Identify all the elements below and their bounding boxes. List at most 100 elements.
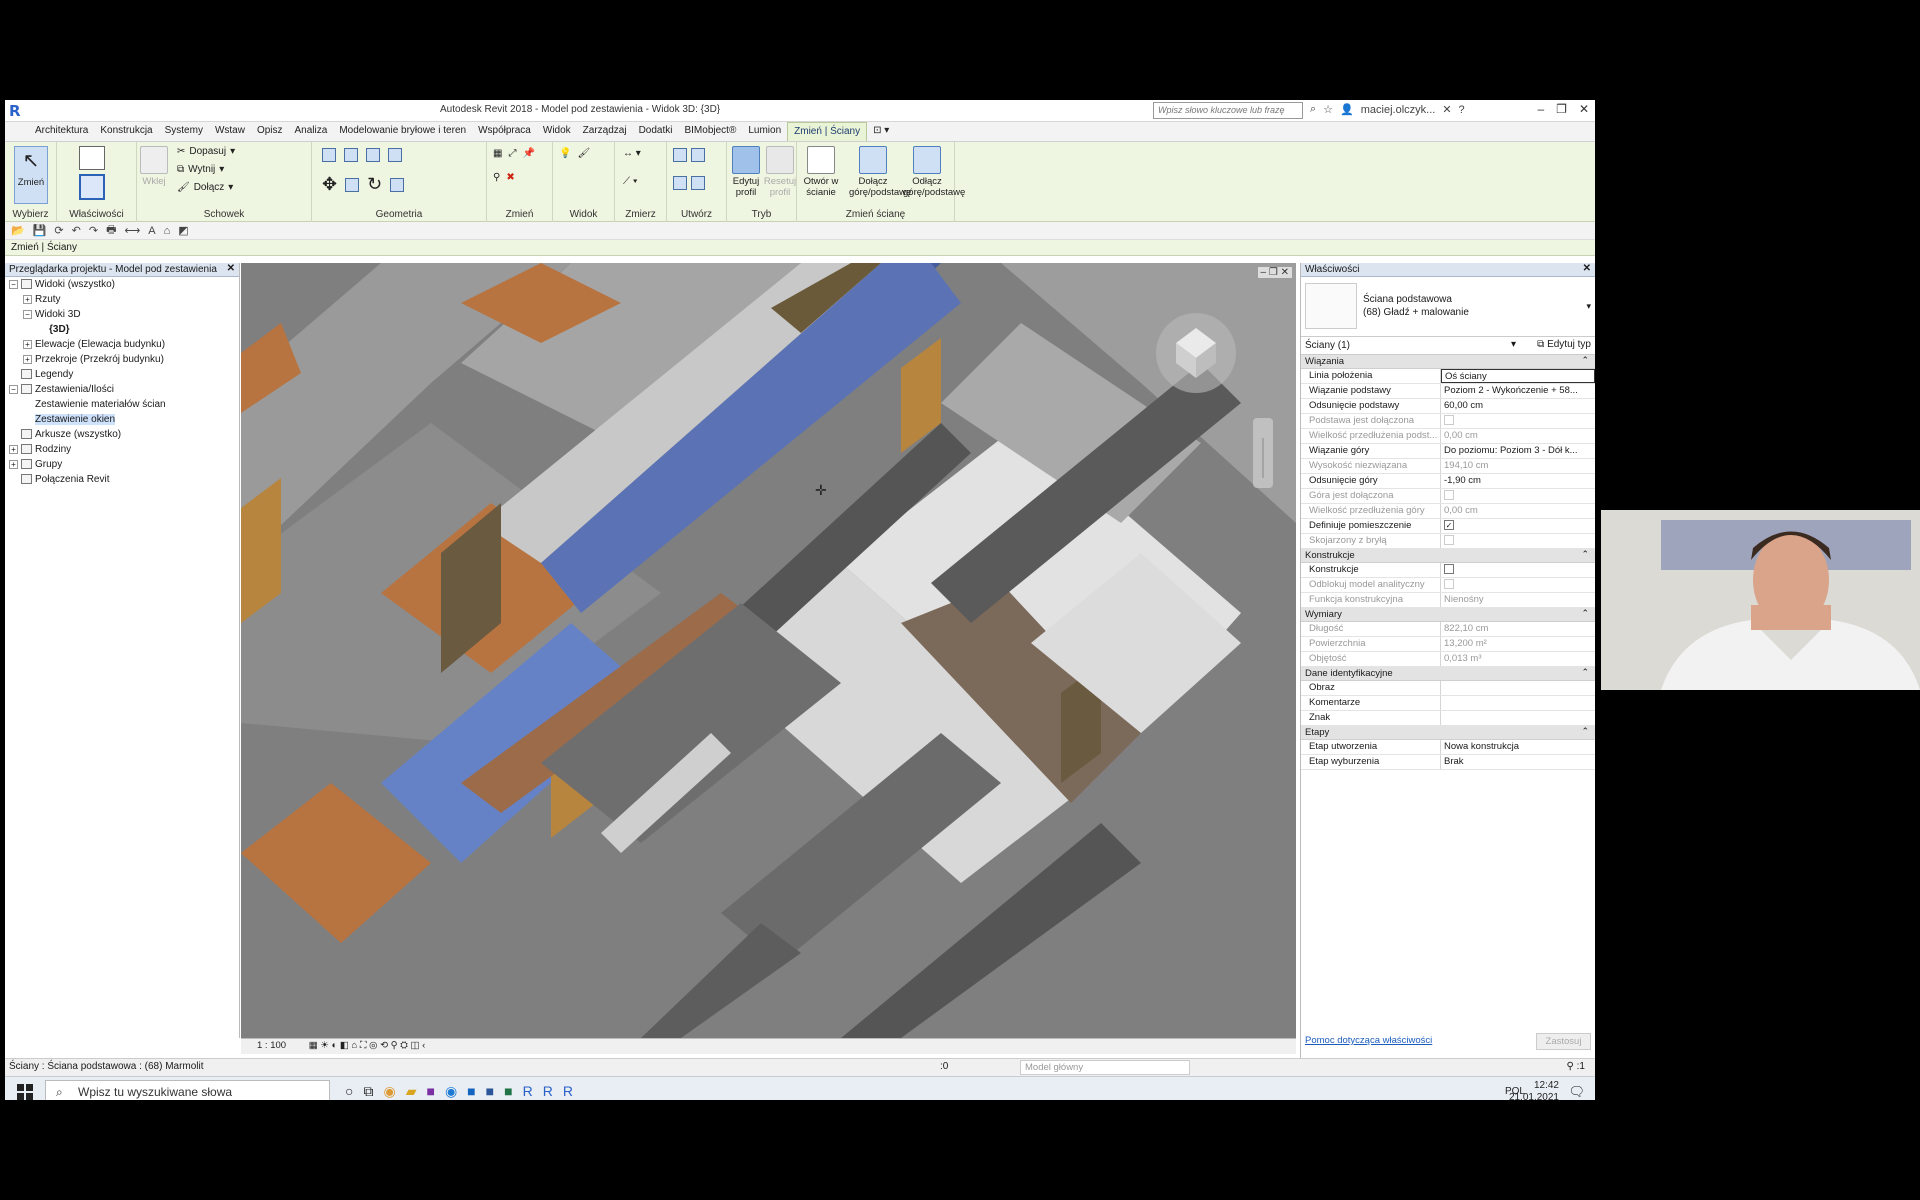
search-input[interactable]: Wpisz słowo kluczowe lub frazę bbox=[1153, 102, 1303, 119]
redo-icon[interactable]: ↷ bbox=[89, 224, 98, 237]
text-icon[interactable]: A bbox=[148, 225, 155, 237]
tab-opisz[interactable]: Opisz bbox=[251, 122, 289, 141]
collapse-icon[interactable]: ⌃ bbox=[1581, 608, 1589, 619]
instance-filter[interactable]: Ściany (1) ▾ ⧉ Edytuj typ bbox=[1301, 337, 1595, 355]
tab-konstrukcja[interactable]: Konstrukcja bbox=[94, 122, 158, 141]
chrome-icon[interactable]: ◉ bbox=[383, 1083, 395, 1100]
open-icon[interactable]: 📂 bbox=[11, 224, 25, 237]
property-value[interactable] bbox=[1441, 563, 1595, 577]
offset-icon[interactable] bbox=[344, 148, 358, 162]
reset-profile-button[interactable]: Resetuj profil bbox=[763, 146, 797, 204]
trim-icon[interactable] bbox=[390, 177, 405, 192]
property-value[interactable]: Poziom 2 - Wykończenie + 58... bbox=[1441, 384, 1595, 398]
cut-button[interactable]: ⧉ Wytnij ▾ bbox=[177, 164, 224, 175]
expand-toggle-icon[interactable]: + bbox=[23, 354, 32, 364]
3d-model-canvas[interactable]: ✛ bbox=[241, 263, 1296, 1038]
create-parts-icon[interactable] bbox=[673, 148, 687, 162]
browser-item[interactable]: + Grupy bbox=[5, 457, 239, 472]
dimension-icon[interactable]: ⟋ ▾ bbox=[623, 176, 638, 187]
tab-widok[interactable]: Widok bbox=[537, 122, 577, 141]
revit-app-icon[interactable]: R bbox=[523, 1083, 533, 1100]
3d-viewport[interactable]: ✛ – ❐ ✕ bbox=[241, 263, 1296, 1038]
property-row[interactable]: Wiązanie podstawy Poziom 2 - Wykończenie … bbox=[1301, 384, 1595, 399]
property-row[interactable]: Linia położenia Oś ściany bbox=[1301, 369, 1595, 384]
expand-toggle-icon[interactable]: + bbox=[9, 444, 18, 454]
view-3d-icon[interactable]: ⌂ bbox=[164, 225, 171, 237]
excel-icon[interactable]: ■ bbox=[504, 1083, 512, 1100]
notification-icon[interactable]: 🗨 bbox=[1568, 1084, 1585, 1100]
tab-dodatki[interactable]: Dodatki bbox=[633, 122, 679, 141]
browser-item[interactable]: − Widoki 3D bbox=[5, 307, 239, 322]
taskbar-clock[interactable]: 12:42 21.01.2021 bbox=[1509, 1080, 1559, 1100]
property-value[interactable]: -1,90 cm bbox=[1441, 474, 1595, 488]
attach-top-base-button[interactable]: Dołącz górę/podstawę bbox=[849, 146, 911, 204]
browser-item[interactable]: − Widoki (wszystko) bbox=[5, 277, 239, 292]
array-icon[interactable]: ▦ bbox=[493, 148, 502, 159]
edge-icon[interactable]: ◉ bbox=[445, 1083, 457, 1100]
property-row[interactable]: Odsunięcie góry -1,90 cm bbox=[1301, 474, 1595, 489]
property-value[interactable] bbox=[1441, 681, 1595, 695]
property-value[interactable] bbox=[1441, 711, 1595, 725]
tab-analiza[interactable]: Analiza bbox=[289, 122, 334, 141]
close-icon[interactable]: ✕ bbox=[1583, 263, 1591, 274]
outlook-icon[interactable]: ■ bbox=[467, 1083, 475, 1100]
browser-item[interactable]: + Rzuty bbox=[5, 292, 239, 307]
browser-item[interactable]: + Przekroje (Przekrój budynku) bbox=[5, 352, 239, 367]
property-value[interactable] bbox=[1441, 696, 1595, 710]
properties-icon[interactable] bbox=[79, 146, 105, 170]
property-section-header[interactable]: Etapy ⌃ bbox=[1301, 726, 1595, 740]
property-checkbox[interactable]: ✓ bbox=[1444, 520, 1454, 530]
property-value[interactable]: Nowa konstrukcja bbox=[1441, 740, 1595, 754]
revit-app-icon-3[interactable]: R bbox=[563, 1083, 573, 1100]
property-section-header[interactable]: Wiązania ⌃ bbox=[1301, 355, 1595, 369]
rotate-icon[interactable]: ↻ bbox=[367, 174, 382, 195]
type-properties-icon[interactable] bbox=[79, 174, 105, 200]
browser-item[interactable]: Arkusze (wszystko) bbox=[5, 427, 239, 442]
scale-icon[interactable]: ⤢ bbox=[508, 148, 516, 159]
restore-icon[interactable]: ❐ bbox=[1556, 102, 1567, 116]
property-row[interactable]: Obraz bbox=[1301, 681, 1595, 696]
property-row[interactable]: Definiuje pomieszczenie ✓ bbox=[1301, 519, 1595, 534]
close-icon[interactable]: ✕ bbox=[1579, 102, 1589, 116]
property-row[interactable]: Wiązanie góry Do poziomu: Poziom 3 - Dół … bbox=[1301, 444, 1595, 459]
property-row[interactable]: Etap wyburzenia Brak bbox=[1301, 755, 1595, 770]
property-row[interactable]: Konstrukcje bbox=[1301, 563, 1595, 578]
minimize-icon[interactable]: – bbox=[1537, 102, 1544, 116]
save-icon[interactable]: 💾 bbox=[33, 224, 47, 237]
collapse-icon[interactable]: ⌃ bbox=[1581, 667, 1589, 678]
viewport-window-controls[interactable]: – ❐ ✕ bbox=[1257, 267, 1292, 278]
chevron-down-icon[interactable]: ▾ bbox=[1511, 339, 1516, 350]
move-icon[interactable]: ✥ bbox=[322, 174, 337, 195]
property-row[interactable]: Znak bbox=[1301, 711, 1595, 726]
property-row[interactable]: Etap utworzenia Nowa konstrukcja bbox=[1301, 740, 1595, 755]
collapse-icon[interactable]: ⌃ bbox=[1581, 355, 1589, 366]
task-view-icon[interactable]: ⧉ bbox=[363, 1083, 373, 1100]
property-section-header[interactable]: Konstrukcje ⌃ bbox=[1301, 549, 1595, 563]
view-control-icons[interactable]: ▦ ☀ ◐ ◧ ⌂ ⛶ ◎ ⟲ ⚲ ⛭ ◫ ‹ bbox=[309, 1040, 426, 1051]
property-section-header[interactable]: Wymiary ⌃ bbox=[1301, 608, 1595, 622]
explorer-icon[interactable]: ▰ bbox=[406, 1083, 417, 1100]
browser-item[interactable]: + Elewacje (Elewacja budynku) bbox=[5, 337, 239, 352]
browser-item[interactable]: + Rodziny bbox=[5, 442, 239, 457]
property-value[interactable]: Oś ściany bbox=[1441, 369, 1595, 383]
tab-lumion[interactable]: Lumion bbox=[742, 122, 787, 141]
revit-app-icon-2[interactable]: R bbox=[543, 1083, 553, 1100]
cortana-icon[interactable]: ○ bbox=[345, 1083, 353, 1100]
user-icon[interactable]: 👤 bbox=[1340, 103, 1354, 116]
collapse-icon[interactable]: ⌃ bbox=[1581, 549, 1589, 560]
model-selector[interactable]: Model główny bbox=[1020, 1060, 1190, 1075]
fit-button[interactable]: ✂ Dopasuj ▾ bbox=[177, 146, 235, 157]
tab-wspolpraca[interactable]: Współpraca bbox=[472, 122, 537, 141]
mirror-icon[interactable] bbox=[366, 148, 380, 162]
chevron-down-icon[interactable]: ▾ bbox=[1586, 301, 1591, 312]
word-icon[interactable]: ■ bbox=[486, 1083, 494, 1100]
detach-top-base-button[interactable]: Odłącz górę/podstawę bbox=[903, 146, 965, 204]
align-icon[interactable] bbox=[322, 148, 336, 162]
taskbar-search[interactable]: ⌕ Wpisz tu wyszukiwane słowa bbox=[45, 1080, 330, 1100]
measure-icon[interactable]: ↔ ▾ bbox=[623, 148, 641, 159]
selection-filter-icon[interactable]: ⚲ :1 bbox=[1567, 1061, 1585, 1072]
user-name[interactable]: maciej.olczyk... bbox=[1361, 104, 1436, 116]
properties-help-link[interactable]: Pomoc dotycząca właściwości bbox=[1305, 1035, 1432, 1046]
tab-bimobject[interactable]: BIMobject® bbox=[678, 122, 742, 141]
create-group-icon[interactable] bbox=[691, 148, 705, 162]
